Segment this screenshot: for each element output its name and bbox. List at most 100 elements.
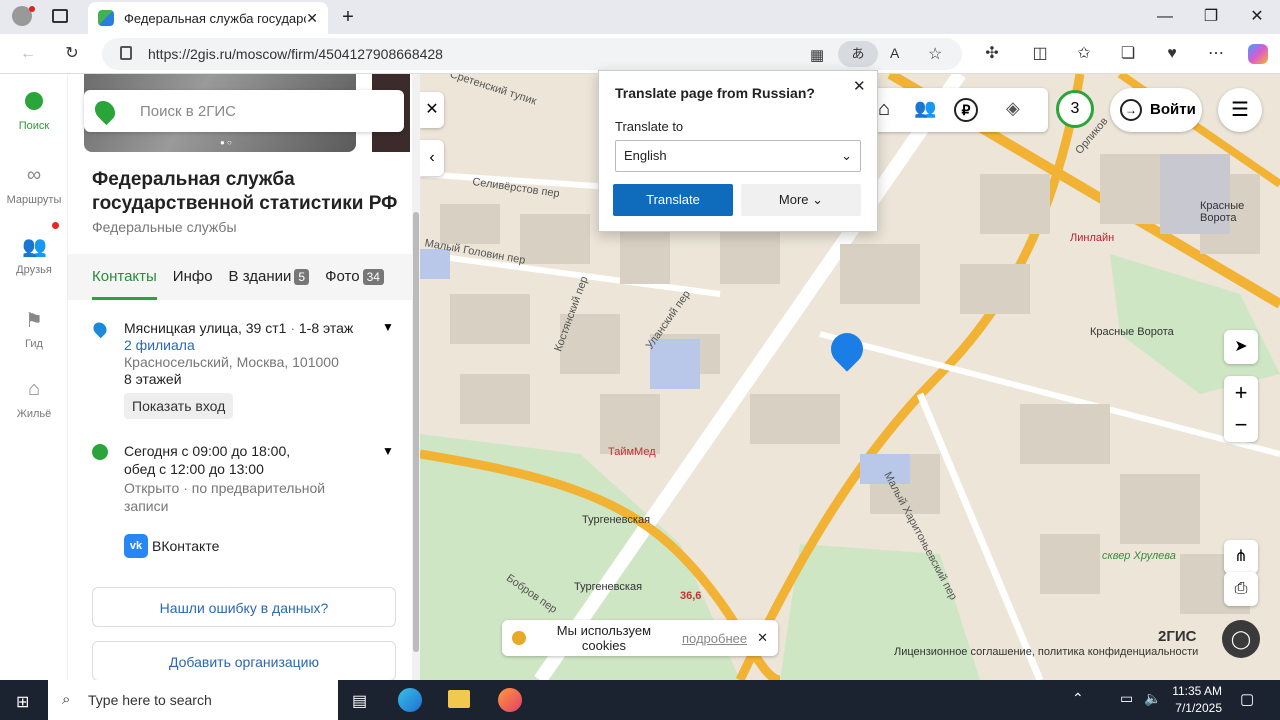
- report-error-button[interactable]: Нашли ошибку в данных?: [92, 587, 396, 627]
- search-input[interactable]: Поиск в 2ГИС: [84, 90, 404, 132]
- url-field[interactable]: https://2gis.ru/moscow/firm/450412790866…: [102, 38, 962, 70]
- print-button[interactable]: ⎙: [1224, 572, 1258, 606]
- rail-routes[interactable]: ∞ Маршруты: [0, 164, 68, 206]
- layers-icon[interactable]: ◈: [1006, 98, 1020, 119]
- split-screen-icon[interactable]: ◫: [1030, 44, 1050, 64]
- translate-button-label: Translate: [646, 192, 700, 207]
- tab-contacts[interactable]: Контакты: [92, 254, 157, 300]
- tab-photos[interactable]: Фото 34: [325, 254, 384, 300]
- app-icon[interactable]: ▦: [810, 46, 824, 64]
- taskbar-search-placeholder: Type here to search: [88, 692, 212, 708]
- rail-housing[interactable]: ⌂ Жильё: [0, 378, 68, 420]
- language-select[interactable]: English ⌄: [615, 140, 861, 172]
- 2gis-logo-icon: [90, 96, 120, 126]
- back-icon[interactable]: ←: [18, 44, 38, 64]
- close-window-icon[interactable]: ✕: [1245, 6, 1269, 28]
- zoom-in-button[interactable]: +: [1224, 378, 1258, 408]
- close-cookie-icon[interactable]: ✕: [757, 630, 768, 646]
- lock-icon[interactable]: [120, 46, 132, 60]
- clock-date[interactable]: 7/1/2025: [1166, 701, 1222, 715]
- expand-hours-icon[interactable]: ▼: [382, 444, 394, 458]
- read-aloud-icon[interactable]: A: [890, 45, 899, 61]
- extensions-icon[interactable]: ✣: [982, 44, 1002, 64]
- notifications-counter[interactable]: 3: [1056, 90, 1094, 128]
- metro-label: Красные Ворота: [1200, 200, 1245, 224]
- tab-actions-icon[interactable]: [52, 9, 68, 23]
- tab-info[interactable]: Инфо: [173, 254, 213, 300]
- browser-tab-bar: Федеральная служба государств ✕ + — ❐ ✕: [0, 0, 1280, 34]
- menu-dots-icon[interactable]: ⋯: [1206, 44, 1226, 64]
- maximize-icon[interactable]: ❐: [1199, 6, 1223, 28]
- browser-essentials-icon[interactable]: ♥: [1162, 44, 1182, 64]
- location-pin-icon: [90, 319, 110, 339]
- pharmacy-label: 36,6: [680, 590, 702, 602]
- my-location-button[interactable]: ➤: [1224, 330, 1258, 364]
- address-street: Мясницкая улица, 39 ст1: [124, 320, 287, 336]
- taskbar-search[interactable]: ⌕ Type here to search: [48, 680, 338, 720]
- new-tab-icon[interactable]: +: [336, 6, 360, 28]
- clock-time[interactable]: 11:35 AM: [1166, 684, 1222, 698]
- rail-guide[interactable]: ⚑ Гид: [0, 308, 68, 350]
- reload-icon[interactable]: ↻: [62, 44, 82, 64]
- more-button-label: More: [778, 192, 809, 207]
- add-organization-button[interactable]: Добавить организацию: [92, 641, 396, 680]
- task-view-icon[interactable]: ▤: [352, 691, 367, 711]
- 2gis-brand: 2ГИС: [1158, 628, 1197, 645]
- address-city: Красносельский, Москва, 101000: [124, 354, 339, 370]
- metro-label: Тургеневская: [574, 581, 643, 593]
- login-icon: →: [1120, 99, 1142, 121]
- cookie-more-link[interactable]: подробнее: [682, 631, 747, 646]
- collapse-panel-button[interactable]: ‹: [420, 140, 444, 176]
- clock-icon: [92, 444, 108, 460]
- vk-link[interactable]: ВКонтакте: [152, 538, 219, 554]
- favorite-star-icon[interactable]: ☆: [928, 44, 942, 64]
- ruble-icon[interactable]: ₽: [954, 98, 978, 122]
- rail-label: Маршруты: [6, 194, 62, 206]
- license-text[interactable]: Лицензионное соглашение, политика конфид…: [894, 646, 1198, 658]
- org-card-panel: ● ○ Поиск в 2ГИС Федеральная служба госу…: [68, 74, 420, 680]
- panel-scrollbar[interactable]: [412, 74, 420, 680]
- close-tab-icon[interactable]: ✕: [306, 10, 318, 27]
- copilot-icon[interactable]: [1248, 44, 1268, 64]
- show-entrance-button[interactable]: Показать вход: [124, 393, 234, 419]
- translate-to-label: Translate to: [615, 119, 684, 134]
- login-button[interactable]: → Войти: [1110, 88, 1202, 132]
- zoom-out-button[interactable]: −: [1224, 410, 1258, 440]
- scrollbar-thumb[interactable]: [413, 212, 419, 652]
- people-icon[interactable]: 👥: [914, 98, 936, 119]
- volume-icon[interactable]: 🔈: [1144, 690, 1161, 707]
- address-line: Мясницкая улица, 39 ст1 · 1-8 этаж: [124, 319, 353, 337]
- park-label: сквер Хрулева: [1102, 550, 1176, 562]
- more-button[interactable]: More ⌄: [741, 184, 861, 216]
- tab-in-building[interactable]: В здании 5: [229, 254, 310, 300]
- windows-start-icon[interactable]: ⊞: [16, 692, 29, 712]
- close-translate-icon[interactable]: ✕: [853, 77, 866, 95]
- rail-label: Друзья: [16, 264, 52, 276]
- firefox-icon[interactable]: [498, 688, 522, 712]
- active-tab[interactable]: Федеральная служба государств ✕: [88, 2, 328, 34]
- translate-icon[interactable]: あ: [838, 41, 878, 67]
- rail-search[interactable]: Поиск: [0, 92, 68, 132]
- collections-icon[interactable]: ❏: [1118, 44, 1138, 64]
- translate-button[interactable]: Translate: [613, 184, 733, 216]
- favorites-icon[interactable]: ✩: [1074, 44, 1094, 64]
- expand-address-icon[interactable]: ▼: [382, 320, 394, 334]
- hamburger-menu-button[interactable]: ☰: [1218, 88, 1262, 132]
- poi-label: ТаймМед: [608, 446, 656, 458]
- notifications-icon[interactable]: ▢: [1240, 690, 1254, 708]
- route-icon: ∞: [26, 164, 42, 186]
- minimize-icon[interactable]: —: [1153, 6, 1177, 28]
- branches-link[interactable]: 2 филиала: [124, 336, 195, 354]
- museum-icon[interactable]: ⌂: [878, 98, 890, 121]
- hours-status-2: записи: [124, 498, 169, 514]
- network-icon[interactable]: ▭: [1120, 690, 1133, 707]
- rail-friends[interactable]: 👥 Друзья: [0, 234, 68, 276]
- show-hidden-icons[interactable]: ⌃: [1072, 690, 1084, 707]
- edge-icon[interactable]: [398, 688, 422, 712]
- search-pin-icon: [25, 92, 43, 110]
- file-explorer-icon[interactable]: [448, 690, 470, 708]
- share-button[interactable]: ⋔: [1224, 540, 1258, 574]
- chat-button[interactable]: ◯: [1222, 620, 1260, 658]
- close-panel-button[interactable]: ✕: [420, 92, 444, 128]
- address-bar-row: ← ↻ https://2gis.ru/moscow/firm/45041279…: [0, 34, 1280, 74]
